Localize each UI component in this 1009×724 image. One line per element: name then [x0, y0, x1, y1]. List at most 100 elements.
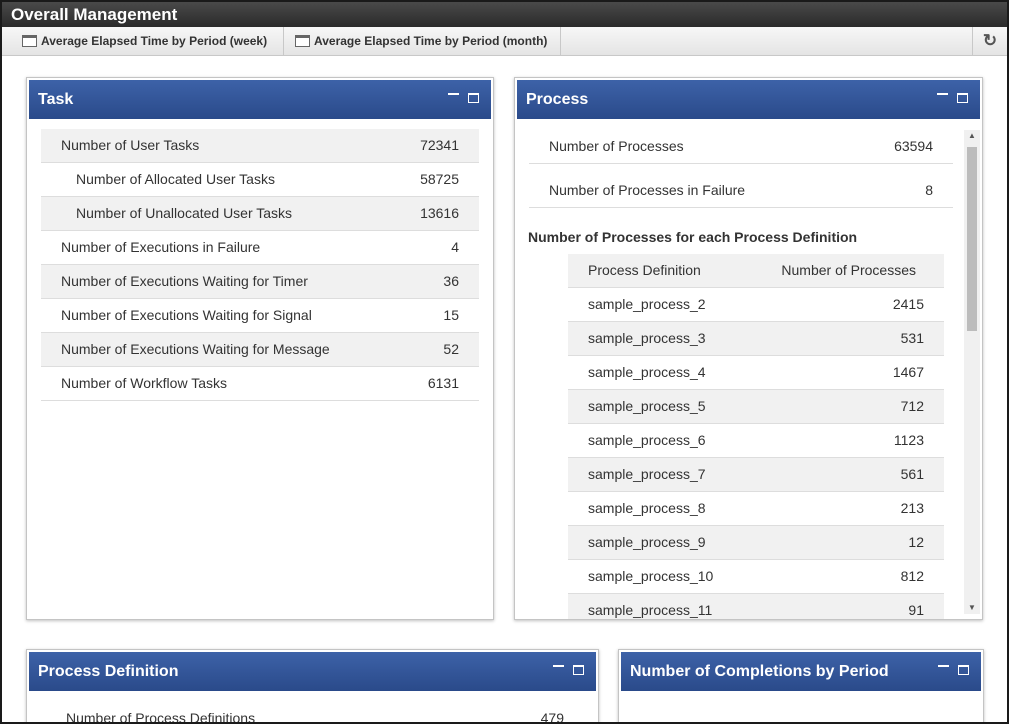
- list-item: Number of User Tasks 72341: [41, 129, 479, 163]
- weekly-elapsed-time-label: Average Elapsed Time by Period (week): [41, 34, 268, 48]
- row-label: Number of Executions Waiting for Signal: [61, 307, 312, 323]
- list-item: Number of Processes 63594: [529, 129, 953, 164]
- window-title: Overall Management: [2, 2, 1007, 27]
- table-row: sample_process_10 812: [568, 560, 944, 594]
- table-row: sample_process_6 1123: [568, 424, 944, 458]
- task-panel-title: Task: [38, 91, 74, 108]
- table-cell-name: sample_process_5: [588, 398, 706, 414]
- maximize-icon[interactable]: [957, 93, 968, 103]
- task-panel-header[interactable]: Task: [29, 80, 491, 119]
- process-panel-header[interactable]: Process: [517, 80, 980, 119]
- window-icon: [295, 35, 310, 47]
- list-item: Number of Executions Waiting for Message…: [41, 333, 479, 367]
- table-row: sample_process_2 2415: [568, 288, 944, 322]
- table-cell-name: sample_process_6: [588, 432, 706, 448]
- table-cell-name: sample_process_9: [588, 534, 706, 550]
- list-item: Number of Allocated User Tasks 58725: [41, 163, 479, 197]
- minimize-icon[interactable]: [938, 665, 949, 667]
- list-item: Number of Executions Waiting for Timer 3…: [41, 265, 479, 299]
- process-definition-panel-title: Process Definition: [38, 663, 179, 680]
- list-item: Number of Executions Waiting for Signal …: [41, 299, 479, 333]
- refresh-button[interactable]: ↻: [972, 27, 1007, 55]
- column-header-definition: Process Definition: [588, 262, 701, 278]
- row-value: 63594: [894, 138, 933, 154]
- row-label: Number of User Tasks: [61, 137, 200, 153]
- completions-panel: Number of Completions by Period: [618, 649, 984, 722]
- table-row: sample_process_11 91: [568, 594, 944, 619]
- process-definition-panel-header[interactable]: Process Definition: [29, 652, 596, 691]
- table-header-row: Process Definition Number of Processes: [568, 254, 944, 288]
- row-label: Number of Processes: [549, 138, 684, 154]
- table-cell-count: 2415: [892, 296, 924, 312]
- row-label: Number of Allocated User Tasks: [76, 171, 275, 187]
- row-label: Number of Executions in Failure: [61, 239, 261, 255]
- task-panel: Task Number of User Tasks 72341 Number o…: [26, 77, 494, 620]
- row-value: 58725: [420, 171, 459, 187]
- row-label: Number of Processes in Failure: [549, 182, 746, 198]
- row-value: 13616: [420, 205, 459, 221]
- table-cell-count: 91: [908, 602, 924, 618]
- table-cell-name: sample_process_2: [588, 296, 706, 312]
- row-label: Number of Executions Waiting for Message: [61, 341, 330, 357]
- weekly-elapsed-time-button[interactable]: Average Elapsed Time by Period (week): [11, 27, 284, 55]
- refresh-icon: ↻: [982, 31, 998, 50]
- monthly-elapsed-time-label: Average Elapsed Time by Period (month): [314, 34, 548, 48]
- process-definition-panel: Process Definition Number of Process Def…: [26, 649, 599, 724]
- table-row: sample_process_7 561: [568, 458, 944, 492]
- scroll-up-icon[interactable]: ▲: [964, 130, 980, 142]
- row-value: 8: [925, 182, 933, 198]
- maximize-icon[interactable]: [468, 93, 479, 103]
- row-value: 36: [443, 273, 459, 289]
- window-icon: [22, 35, 37, 47]
- table-cell-count: 561: [900, 466, 924, 482]
- table-cell-count: 1467: [892, 364, 924, 380]
- row-label: Number of Executions Waiting for Timer: [61, 273, 308, 289]
- table-cell-count: 531: [900, 330, 924, 346]
- row-value: 72341: [420, 137, 459, 153]
- table-cell-name: sample_process_4: [588, 364, 706, 380]
- table-row: sample_process_5 712: [568, 390, 944, 424]
- process-panel: Process Number of Processes 63594 Number…: [514, 77, 983, 620]
- table-cell-count: 12: [908, 534, 924, 550]
- table-cell-count: 812: [900, 568, 924, 584]
- minimize-icon[interactable]: [553, 665, 564, 667]
- process-panel-title: Process: [526, 91, 589, 108]
- process-panel-scrollbar[interactable]: ▲ ▼: [964, 130, 980, 614]
- row-value: 479: [540, 710, 564, 724]
- table-row: sample_process_4 1467: [568, 356, 944, 390]
- row-value: 52: [443, 341, 459, 357]
- table-cell-name: sample_process_10: [588, 568, 714, 584]
- table-cell-name: sample_process_7: [588, 466, 706, 482]
- definitions-subtitle: Number of Processes for each Process Def…: [528, 229, 858, 245]
- minimize-icon[interactable]: [448, 93, 459, 95]
- scroll-thumb[interactable]: [967, 147, 977, 331]
- maximize-icon[interactable]: [573, 665, 584, 675]
- row-value: 4: [451, 239, 459, 255]
- completions-panel-header[interactable]: Number of Completions by Period: [621, 652, 981, 691]
- list-item: Number of Unallocated User Tasks 13616: [41, 197, 479, 231]
- row-label: Number of Process Definitions: [66, 710, 256, 724]
- table-row: sample_process_3 531: [568, 322, 944, 356]
- maximize-icon[interactable]: [958, 665, 969, 675]
- minimize-icon[interactable]: [937, 93, 948, 95]
- table-cell-count: 1123: [893, 432, 924, 448]
- table-row: sample_process_8 213: [568, 492, 944, 526]
- list-item: Number of Process Definitions 479: [41, 702, 586, 724]
- table-cell-name: sample_process_8: [588, 500, 706, 516]
- row-value: 6131: [427, 375, 459, 391]
- portal-area: Task Number of User Tasks 72341 Number o…: [2, 57, 1007, 724]
- monthly-elapsed-time-button[interactable]: Average Elapsed Time by Period (month): [284, 27, 561, 55]
- column-header-count: Number of Processes: [781, 262, 916, 278]
- table-cell-name: sample_process_11: [588, 602, 713, 618]
- list-item: Number of Executions in Failure 4: [41, 231, 479, 265]
- row-label: Number of Unallocated User Tasks: [76, 205, 293, 221]
- table-row: sample_process_9 12: [568, 526, 944, 560]
- list-item: Number of Processes in Failure 8: [529, 173, 953, 208]
- table-cell-count: 712: [900, 398, 924, 414]
- row-label: Number of Workflow Tasks: [61, 375, 227, 391]
- scroll-down-icon[interactable]: ▼: [964, 602, 980, 614]
- table-cell-count: 213: [900, 500, 924, 516]
- completions-panel-title: Number of Completions by Period: [630, 663, 889, 680]
- overall-management-window: Overall Management Average Elapsed Time …: [0, 0, 1009, 724]
- row-value: 15: [443, 307, 459, 323]
